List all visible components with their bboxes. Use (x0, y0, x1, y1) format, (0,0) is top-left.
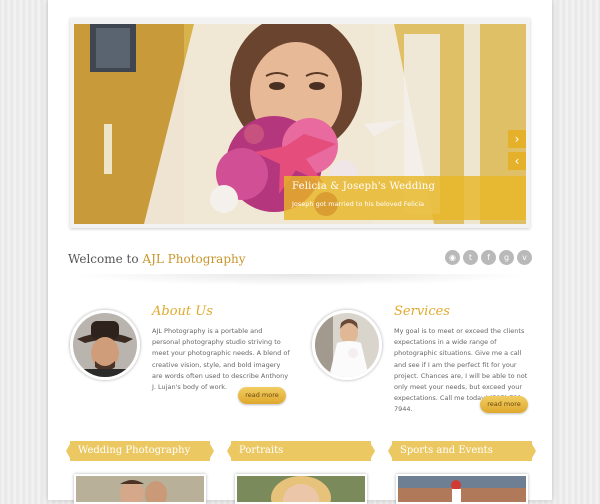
slide-caption-title: Felicia & Joseph's Wedding (292, 181, 436, 192)
portraits-heading[interactable]: Portraits (227, 441, 375, 461)
about-avatar (70, 310, 140, 380)
google-icon[interactable]: g (499, 250, 514, 265)
welcome-prefix: Welcome to (68, 252, 139, 266)
about-text: AJL Photography is a portable and person… (152, 327, 290, 392)
vimeo-icon[interactable]: v (517, 250, 532, 265)
services-title: Services (394, 304, 450, 319)
slide-caption: Felicia & Joseph's Wedding Joseph got ma… (284, 176, 526, 220)
welcome-heading: Welcome to AJL Photography (68, 252, 246, 266)
page-container: Felicia & Joseph's Wedding Joseph got ma… (48, 0, 552, 504)
social-links: ◉ t f g v (445, 250, 532, 265)
rss-icon[interactable]: ◉ (445, 250, 460, 265)
twitter-icon[interactable]: t (463, 250, 478, 265)
slide-caption-text: Joseph got married to his beloved Felici… (292, 200, 425, 208)
slider-next-arrow-icon[interactable]: › (508, 130, 526, 148)
services-avatar (312, 310, 382, 380)
welcome-brand: AJL Photography (142, 252, 246, 266)
services-read-more-button[interactable]: read more (480, 396, 528, 413)
about-title: About Us (152, 304, 213, 319)
slider-prev-arrow-icon[interactable]: ‹ (508, 152, 526, 170)
divider (68, 274, 532, 286)
facebook-icon[interactable]: f (481, 250, 496, 265)
sports-events-heading[interactable]: Sports and Events (388, 441, 536, 461)
about-read-more-button[interactable]: read more (238, 387, 286, 404)
hero-slider: Felicia & Joseph's Wedding Joseph got ma… (70, 18, 530, 228)
wedding-photography-heading[interactable]: Wedding Photography (66, 441, 214, 461)
